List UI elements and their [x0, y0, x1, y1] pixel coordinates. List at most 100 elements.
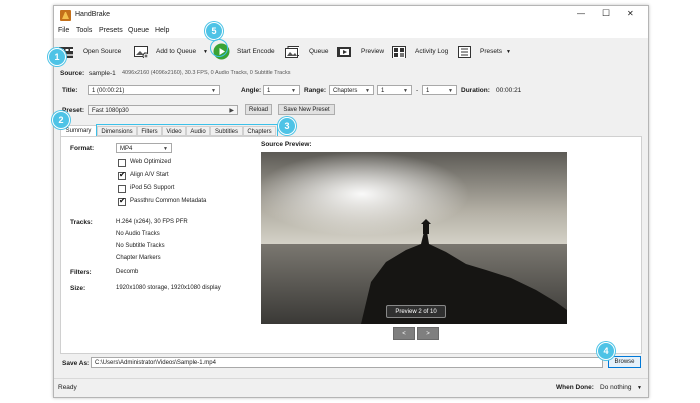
queue-label: Queue [309, 48, 329, 55]
range-start-chevron-down-icon: ▼ [403, 88, 408, 94]
minimize-button[interactable]: — [577, 9, 585, 18]
range-separator: - [416, 87, 419, 94]
filters-value: Decomb [116, 269, 139, 275]
range-end-value: 1 [426, 88, 430, 94]
range-start-value: 1 [381, 88, 385, 94]
range-end-chevron-down-icon: ▼ [448, 88, 453, 94]
title-label: Title: [62, 87, 78, 94]
presets-label: Presets [480, 48, 503, 55]
step-marker-3: 3 [278, 117, 296, 135]
ipod-5g-support-label: iPod 5G Support [130, 185, 175, 191]
title-chevron-down-icon: ▼ [211, 88, 216, 94]
save-as-path-input[interactable]: C:\Users\Administrator\Videos\Sample-1.m… [91, 357, 603, 368]
menu-file[interactable]: File [58, 27, 69, 34]
menu-bar: File Tools Presets Queue Help [54, 25, 648, 38]
menu-tools[interactable]: Tools [76, 27, 92, 34]
open-source-label: Open Source [83, 48, 122, 55]
start-encode-label: Start Encode [237, 48, 275, 55]
add-to-queue-label: Add to Queue [156, 48, 197, 55]
range-label: Range: [304, 87, 327, 94]
activity-log-label: Activity Log [415, 48, 449, 55]
toolbar: Open Source Add to Queue ▼ Start Encode [54, 38, 648, 68]
presets-icon [458, 46, 471, 58]
close-button[interactable]: ✕ [627, 9, 634, 18]
preset-selector[interactable]: Fast 1080p30 ▶ [88, 105, 238, 115]
start-encode-highlight-outline [210, 39, 228, 57]
track-video: H.264 (x264), 30 FPS PFR [116, 219, 188, 225]
chevron-right-icon: ▶ [229, 108, 234, 114]
image-plus-icon [134, 46, 148, 58]
track-subtitle: No Subtitle Tracks [116, 243, 165, 249]
passthru-metadata-checkbox[interactable]: ✔ [118, 196, 126, 206]
web-optimized-label: Web Optimized [130, 159, 171, 165]
title-bar: HandBrake — ☐ ✕ [54, 6, 648, 25]
presets-chevron-down-icon[interactable]: ▼ [506, 49, 511, 55]
range-start-select[interactable]: 1 ▼ [377, 85, 412, 95]
angle-label: Angle: [241, 87, 262, 94]
handbrake-logo-icon [60, 10, 71, 21]
checkmark-icon: ✔ [119, 196, 126, 205]
source-name: sample-1 [89, 70, 116, 77]
film-strip-icon [337, 47, 351, 57]
format-select[interactable]: MP4 ▼ [116, 143, 172, 153]
when-done-value[interactable]: Do nothing [600, 384, 631, 391]
source-label: Source: [60, 70, 85, 77]
preview-count-badge: Preview 2 of 10 [386, 305, 446, 318]
filters-label: Filters: [70, 269, 92, 276]
status-text: Ready [58, 384, 77, 391]
align-av-start-label: Align A/V Start [130, 172, 169, 178]
size-value: 1920x1080 storage, 1920x1080 display [116, 285, 221, 291]
window-title: HandBrake [75, 11, 111, 18]
maximize-button[interactable]: ☐ [602, 8, 610, 19]
web-optimized-checkbox[interactable] [118, 159, 126, 167]
chevron-down-icon[interactable]: ▼ [203, 49, 208, 55]
angle-select-value: 1 [267, 88, 271, 94]
range-chevron-down-icon: ▼ [365, 88, 370, 94]
summary-panel: Format: MP4 ▼ Web Optimized ✔ Align A/V S… [60, 136, 642, 354]
menu-queue[interactable]: Queue [128, 27, 149, 34]
source-info: 4096x2160 (4096x2160), 30.3 FPS, 0 Audio… [122, 70, 291, 76]
track-chapters: Chapter Markers [116, 255, 161, 261]
format-label: Format: [70, 145, 95, 152]
range-select-value: Chapters [333, 88, 358, 94]
format-chevron-down-icon: ▼ [163, 146, 168, 152]
step-marker-4: 4 [597, 342, 615, 360]
preview-label: Preview [361, 48, 385, 55]
when-done-label: When Done: [556, 384, 594, 391]
menu-presets[interactable]: Presets [99, 27, 123, 34]
step-marker-1: 1 [48, 48, 66, 66]
angle-chevron-down-icon: ▼ [291, 88, 296, 94]
handbrake-window: HandBrake — ☐ ✕ File Tools Presets Queue… [53, 5, 649, 398]
preset-value: Fast 1080p30 [92, 108, 129, 114]
save-as-label: Save As: [62, 360, 90, 367]
status-divider [54, 378, 648, 379]
when-done-chevron-down-icon[interactable]: ▼ [637, 385, 642, 391]
save-new-preset-button[interactable]: Save New Preset [278, 104, 335, 115]
track-audio: No Audio Tracks [116, 231, 160, 237]
duration-label: Duration: [461, 87, 490, 94]
checkmark-icon: ✔ [119, 170, 126, 179]
passthru-metadata-label: Passthru Common Metadata [130, 198, 207, 204]
reload-button[interactable]: Reload [245, 104, 272, 115]
browse-button[interactable]: Browse [608, 356, 641, 368]
activity-log-icon [392, 46, 406, 58]
step-marker-2: 2 [52, 111, 70, 129]
title-select-value: 1 (00:00:21) [92, 88, 125, 94]
menu-help[interactable]: Help [155, 27, 169, 34]
range-end-select[interactable]: 1 ▼ [422, 85, 457, 95]
align-av-start-checkbox[interactable]: ✔ [118, 170, 126, 180]
next-preview-button[interactable]: > [417, 327, 439, 340]
source-preview-label: Source Preview: [261, 141, 312, 148]
range-select[interactable]: Chapters ▼ [329, 85, 374, 95]
size-label: Size: [70, 285, 86, 292]
queue-icon [285, 46, 299, 58]
angle-select[interactable]: 1 ▼ [263, 85, 300, 95]
tracks-label: Tracks: [70, 219, 93, 226]
previous-preview-button[interactable]: < [393, 327, 415, 340]
duration-value: 00:00:21 [496, 87, 522, 94]
title-select[interactable]: 1 (00:00:21) ▼ [88, 85, 220, 95]
step-marker-5: 5 [205, 22, 223, 40]
ipod-5g-support-checkbox[interactable] [118, 185, 126, 193]
preview-image [261, 152, 567, 324]
format-select-value: MP4 [120, 146, 133, 152]
